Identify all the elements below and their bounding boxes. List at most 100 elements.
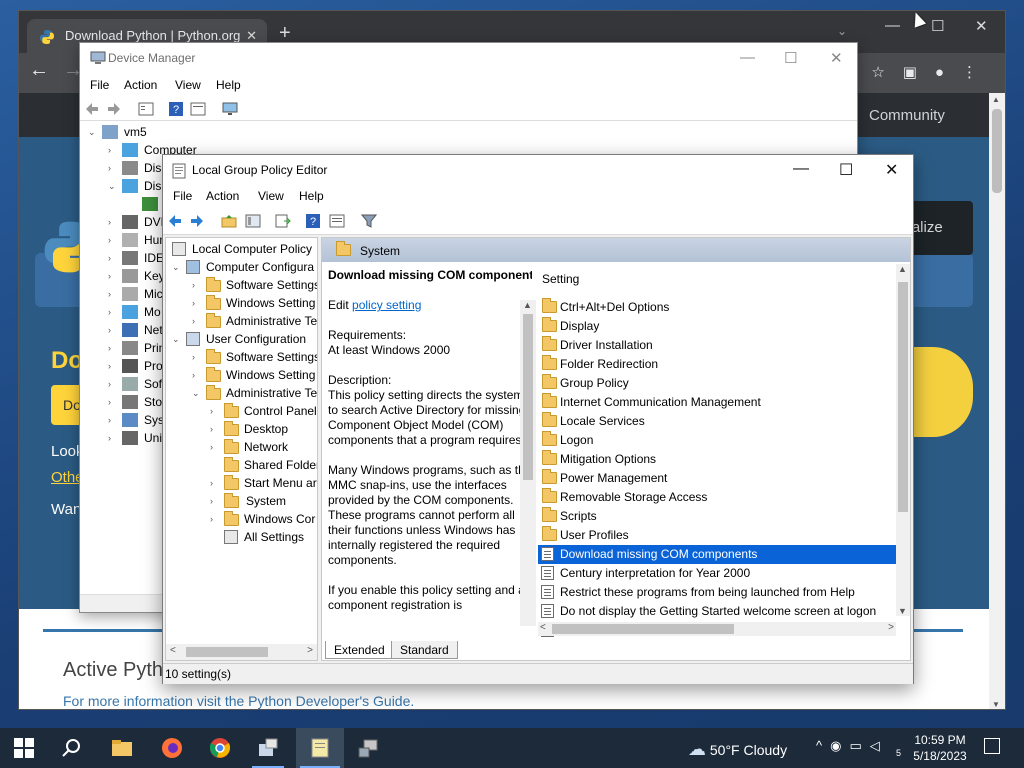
device-manager-taskbar-icon[interactable] (356, 736, 380, 760)
file-explorer-icon[interactable] (110, 736, 134, 760)
scroll-up-icon[interactable]: ▲ (992, 95, 1000, 104)
gpe-maximize-icon[interactable]: ☐ (839, 160, 853, 180)
edit-policy-link[interactable]: policy setting (352, 298, 421, 312)
firefox-icon[interactable] (160, 736, 184, 760)
page-scrollbar-thumb[interactable] (992, 109, 1002, 193)
chrome-minimize-icon[interactable]: — (885, 17, 900, 34)
dm-monitor-icon[interactable] (222, 101, 238, 117)
gpe-show-tree-icon[interactable] (245, 213, 261, 229)
setting-folder-item[interactable]: User Profiles (538, 526, 896, 545)
dm-maximize-icon[interactable]: ☐ (784, 49, 797, 67)
gpe-tree-hscrollbar[interactable]: < > (166, 644, 317, 660)
setting-folder-item[interactable]: Driver Installation (538, 336, 896, 355)
dm-menu-view[interactable]: View (175, 78, 201, 92)
tab-extended[interactable]: Extended (325, 641, 394, 659)
expand-right-icon[interactable]: › (108, 267, 111, 285)
expand-icon[interactable]: › (192, 294, 195, 312)
setting-policy-item[interactable]: Century interpretation for Year 2000 (538, 564, 896, 583)
gpe-back-icon[interactable] (167, 213, 183, 229)
desc-scroll-up-icon[interactable]: ▲ (523, 300, 532, 310)
expand-right-icon[interactable]: › (108, 429, 111, 447)
list-scroll-up-icon[interactable]: ▲ (898, 264, 907, 274)
tab-search-icon[interactable]: ⌄ (837, 24, 847, 38)
setting-policy-item[interactable]: Do not display the Getting Started welco… (538, 602, 896, 621)
setting-folder-item[interactable]: Locale Services (538, 412, 896, 431)
dm-menu-help[interactable]: Help (216, 78, 241, 92)
dm-close-icon[interactable]: ✕ (830, 49, 843, 67)
gpe-menu-action[interactable]: Action (206, 189, 239, 203)
expand-icon[interactable]: › (210, 492, 213, 510)
new-tab-button[interactable]: + (279, 23, 291, 43)
setting-folder-item[interactable]: Group Policy (538, 374, 896, 393)
list-scroll-down-icon[interactable]: ▼ (898, 606, 907, 616)
dm-minimize-icon[interactable]: — (740, 49, 755, 66)
gpe-close-icon[interactable]: ✕ (885, 160, 898, 180)
expand-right-icon[interactable]: › (108, 339, 111, 357)
list-scroll-left-icon[interactable]: < (540, 622, 546, 633)
expand-icon[interactable]: › (210, 510, 213, 528)
list-scroll-right-icon[interactable]: > (888, 622, 894, 633)
expand-icon[interactable]: › (210, 474, 213, 492)
dm-back-icon[interactable] (84, 101, 100, 117)
expand-right-icon[interactable]: › (108, 321, 111, 339)
tray-volume-icon[interactable]: ◁ (870, 738, 888, 753)
expand-right-icon[interactable]: › (108, 285, 111, 303)
device-manager-titlebar[interactable]: Device Manager — ☐ ✕ (80, 43, 857, 75)
gpe-view-icon[interactable] (329, 213, 345, 229)
setting-column-header[interactable]: Setting (538, 268, 900, 290)
notepad-icon[interactable] (308, 736, 332, 760)
settings-hscroll-thumb[interactable] (552, 624, 734, 634)
tray-security-icon[interactable]: ◉ (830, 738, 849, 753)
expand-right-icon[interactable]: › (108, 411, 111, 429)
gpe-up-folder-icon[interactable] (221, 213, 237, 229)
chrome-close-icon[interactable]: ✕ (975, 17, 988, 35)
expand-icon[interactable]: › (210, 438, 213, 456)
expand-icon[interactable]: › (192, 348, 195, 366)
start-windows-icon[interactable] (12, 736, 36, 760)
developer-guide-text[interactable]: For more information visit the Python De… (63, 693, 414, 709)
settings-vscroll-thumb[interactable] (898, 282, 908, 512)
expand-right-icon[interactable]: › (108, 393, 111, 411)
chrome-toolbar-icons[interactable]: ☆▣●⋮ (871, 63, 995, 81)
tray-network-icon[interactable]: ▭ (849, 738, 869, 753)
expand-right-icon[interactable]: › (108, 249, 111, 267)
tree-scroll-left-icon[interactable]: < (170, 645, 176, 656)
gpe-forward-icon[interactable] (189, 213, 205, 229)
dm-menu-action[interactable]: Action (124, 78, 157, 92)
expand-icon[interactable]: › (192, 276, 195, 294)
setting-folder-item[interactable]: Removable Storage Access (538, 488, 896, 507)
clock[interactable]: 10:59 PM 5/18/2023 (912, 732, 968, 764)
expand-icon[interactable]: › (210, 420, 213, 438)
description-scrollbar[interactable]: ▲ (520, 300, 536, 626)
setting-folder-item[interactable]: Ctrl+Alt+Del Options (538, 298, 896, 317)
tree-scroll-right-icon[interactable]: > (307, 645, 313, 656)
setting-folder-item[interactable]: Scripts (538, 507, 896, 526)
nav-community[interactable]: Community (869, 107, 945, 124)
tray-chevron-icon[interactable]: ^ (816, 738, 830, 753)
chrome-icon[interactable] (208, 736, 232, 760)
search-icon[interactable] (60, 736, 84, 760)
action-center-icon[interactable] (984, 738, 1000, 754)
collapse-icon[interactable]: ⌄ (192, 384, 200, 402)
dm-menu-file[interactable]: File (90, 78, 109, 92)
expand-right-icon[interactable]: › (108, 159, 111, 177)
setting-folder-item[interactable]: Power Management (538, 469, 896, 488)
scroll-down-icon[interactable]: ▼ (992, 700, 1000, 709)
expand-icon[interactable]: › (192, 366, 195, 384)
gpe-export-icon[interactable] (275, 213, 291, 229)
dm-forward-icon[interactable] (106, 101, 122, 117)
chrome-maximize-icon[interactable]: ☐ (931, 17, 944, 35)
group-policy-taskbar-icon[interactable] (256, 736, 280, 760)
tab-standard[interactable]: Standard (391, 641, 458, 659)
gpe-minimize-icon[interactable]: — (793, 160, 809, 178)
setting-folder-item[interactable]: Internet Communication Management (538, 393, 896, 412)
expand-right-icon[interactable]: › (108, 375, 111, 393)
page-scrollbar[interactable]: ▲ ▼ (989, 93, 1005, 709)
system-tray[interactable]: ^◉▭◁ (816, 738, 888, 754)
expand-right-icon[interactable]: › (108, 303, 111, 321)
expand-down-icon[interactable]: ⌄ (108, 177, 116, 195)
expand-right-icon[interactable]: › (108, 141, 111, 159)
gpe-filter-icon[interactable] (361, 213, 377, 229)
gpe-tree-hscroll-thumb[interactable] (186, 647, 268, 657)
settings-vscrollbar[interactable]: ▲ ▼ (896, 264, 910, 616)
